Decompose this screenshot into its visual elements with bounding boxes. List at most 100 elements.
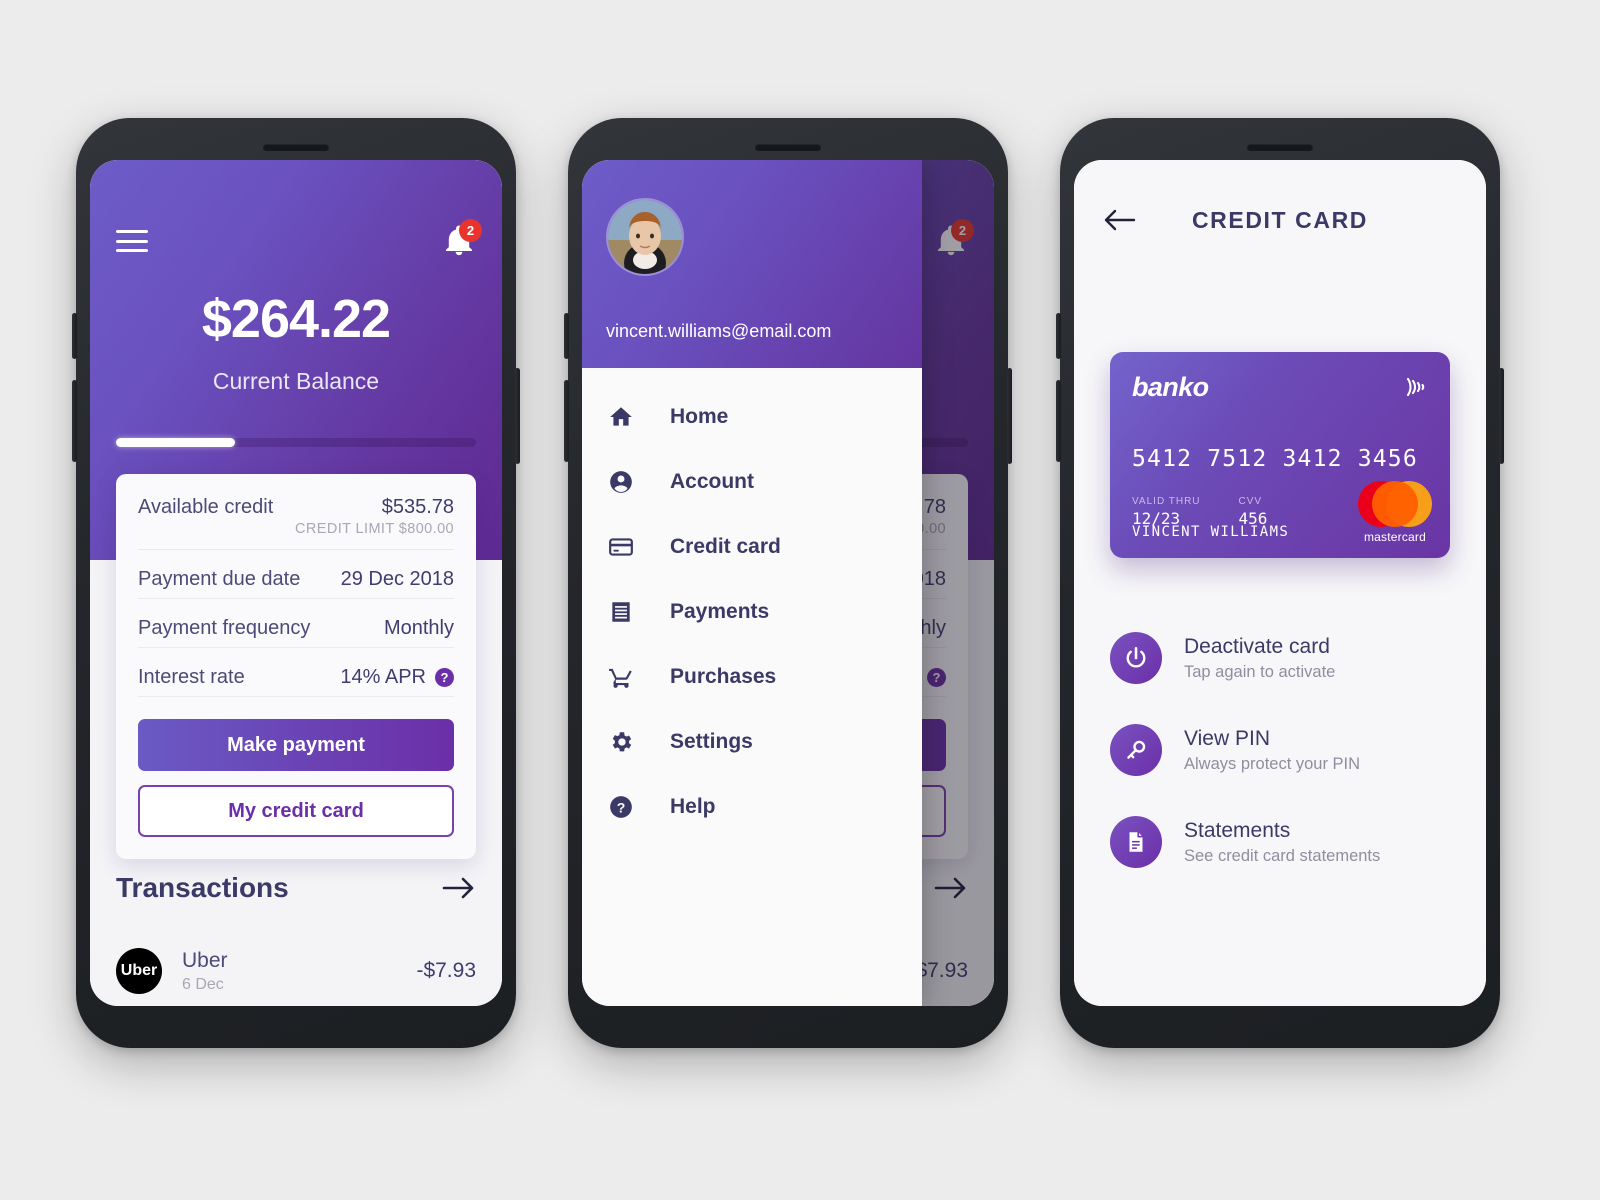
menu-label: Home: [670, 404, 729, 428]
action-subtitle: Always protect your PIN: [1184, 754, 1361, 773]
power-icon: [1110, 632, 1162, 684]
row-payment-frequency: Payment frequency Monthly: [138, 599, 454, 648]
mastercard-logo: mastercard: [1358, 481, 1432, 544]
menu-item-payments[interactable]: Payments: [582, 579, 922, 644]
document-icon: [1110, 816, 1162, 868]
drawer-menu: Home Account Credit card Payments Purcha…: [582, 368, 922, 839]
account-summary-card: Available credit $535.78 CREDIT LIMIT $8…: [116, 474, 476, 859]
phone-home: 2 $264.22 Current Balance Available cred…: [72, 118, 520, 1048]
payment-due-date-label: Payment due date: [138, 568, 301, 590]
card-holder-name: VINCENT WILLIAMS: [1132, 524, 1290, 540]
arrow-left-icon[interactable]: [1102, 208, 1136, 232]
menu-label: Settings: [670, 729, 753, 753]
mastercard-wordmark: mastercard: [1363, 530, 1427, 544]
menu-item-account[interactable]: Account: [582, 449, 922, 514]
table-row[interactable]: Uber Uber 6 Dec -$7.93: [116, 938, 476, 1006]
transaction-amount: -$7.93: [416, 959, 476, 982]
uber-logo: Uber: [116, 948, 162, 994]
credit-card-header: CREDIT CARD: [1074, 160, 1486, 280]
action-title: Statements: [1184, 818, 1291, 842]
transaction-date: 6 Dec: [182, 975, 224, 993]
power-button[interactable]: [515, 368, 520, 464]
action-subtitle: See credit card statements: [1184, 846, 1381, 865]
action-view-pin[interactable]: View PIN Always protect your PIN: [1110, 704, 1458, 796]
cvv-label: CVV: [1238, 496, 1263, 507]
earpiece-speaker: [1247, 144, 1313, 151]
payment-due-date-value: 29 Dec 2018: [340, 568, 454, 590]
avatar[interactable]: [606, 198, 684, 276]
volume-up-button[interactable]: [1056, 313, 1061, 359]
gear-icon: [608, 729, 642, 755]
notifications-button[interactable]: 2: [442, 219, 482, 258]
phone-drawer: 2 $264.22 Current Balance Available cred…: [564, 118, 1012, 1048]
transactions-list: Uber Uber 6 Dec -$7.93: [116, 938, 476, 1006]
earpiece-speaker: [755, 144, 821, 151]
credit-usage-progress: [116, 438, 476, 447]
shopping-cart-icon: [608, 664, 642, 690]
card-number: 5412 7512 3412 3456: [1132, 446, 1418, 472]
current-balance-amount: $264.22: [201, 289, 391, 349]
credit-limit-sublabel: CREDIT LIMIT $800.00: [138, 521, 454, 550]
volume-down-button[interactable]: [1056, 380, 1061, 462]
volume-up-button[interactable]: [72, 313, 77, 359]
volume-down-button[interactable]: [564, 380, 569, 462]
help-circle-icon: ?: [608, 794, 642, 820]
interest-rate-value: 14% APR: [340, 666, 426, 688]
screenshot-stage: 2 $264.22 Current Balance Available cred…: [0, 0, 1600, 1200]
payment-frequency-value: Monthly: [383, 617, 454, 639]
action-deactivate-card[interactable]: Deactivate card Tap again to activate: [1110, 612, 1458, 704]
menu-item-purchases[interactable]: Purchases: [582, 644, 922, 709]
help-circle-icon[interactable]: ?: [435, 668, 454, 687]
receipt-icon: [608, 599, 642, 625]
interest-rate-label: Interest rate: [138, 666, 245, 688]
drawer-header: vincent.williams@email.com: [582, 160, 922, 368]
my-credit-card-button[interactable]: My credit card: [138, 785, 454, 837]
action-title: Deactivate card: [1184, 634, 1330, 658]
drawer-screen: 2 $264.22 Current Balance Available cred…: [582, 160, 994, 1006]
page-title: CREDIT CARD: [1191, 206, 1369, 233]
make-payment-button[interactable]: Make payment: [138, 719, 454, 771]
credit-card-screen: CREDIT CARD banko 5412 7512 3412 3456 VA…: [1074, 160, 1486, 1006]
transactions-header: Transactions: [116, 872, 476, 904]
valid-thru-label: VALID THRU: [1132, 496, 1201, 507]
credit-card-icon: [608, 534, 642, 560]
power-button[interactable]: [1007, 368, 1012, 464]
row-payment-due-date: Payment due date 29 Dec 2018: [138, 550, 454, 599]
credit-card-visual[interactable]: banko 5412 7512 3412 3456 VALID THRU 12/…: [1110, 352, 1450, 558]
menu-item-home[interactable]: Home: [582, 384, 922, 449]
available-credit-label: Available credit: [138, 496, 274, 518]
drawer-user-email: vincent.williams@email.com: [606, 321, 832, 341]
svg-text:?: ?: [617, 799, 626, 815]
payment-frequency-label: Payment frequency: [138, 617, 311, 639]
hamburger-icon[interactable]: [116, 230, 148, 252]
action-statements[interactable]: Statements See credit card statements: [1110, 796, 1458, 888]
menu-label: Payments: [670, 599, 770, 623]
earpiece-speaker: [263, 144, 329, 151]
volume-down-button[interactable]: [72, 380, 77, 462]
account-circle-icon: [608, 469, 642, 495]
key-icon: [1110, 724, 1162, 776]
action-title: View PIN: [1184, 726, 1270, 750]
menu-item-help[interactable]: ? Help: [582, 774, 922, 839]
home-screen: 2 $264.22 Current Balance Available cred…: [90, 160, 502, 1006]
arrow-right-icon[interactable]: [442, 875, 476, 901]
menu-label: Purchases: [670, 664, 777, 688]
home-icon: [608, 404, 642, 430]
available-credit-value: $535.78: [381, 496, 454, 518]
row-interest-rate: Interest rate 14% APR ?: [138, 648, 454, 697]
menu-label: Credit card: [670, 534, 781, 558]
row-available-credit: Available credit $535.78: [138, 478, 454, 521]
card-actions-list: Deactivate card Tap again to activate Vi…: [1110, 612, 1458, 888]
card-brand-logo: banko: [1132, 372, 1209, 402]
contactless-icon: [1406, 377, 1425, 397]
menu-label: Help: [670, 794, 716, 818]
volume-up-button[interactable]: [564, 313, 569, 359]
action-subtitle: Tap again to activate: [1184, 662, 1336, 681]
menu-item-settings[interactable]: Settings: [582, 709, 922, 774]
current-balance-label: Current Balance: [212, 368, 380, 394]
notification-badge: 2: [459, 219, 482, 242]
menu-item-credit-card[interactable]: Credit card: [582, 514, 922, 579]
power-button[interactable]: [1499, 368, 1504, 464]
phone-credit-card: CREDIT CARD banko 5412 7512 3412 3456 VA…: [1056, 118, 1504, 1048]
transactions-title: Transactions: [116, 872, 289, 903]
